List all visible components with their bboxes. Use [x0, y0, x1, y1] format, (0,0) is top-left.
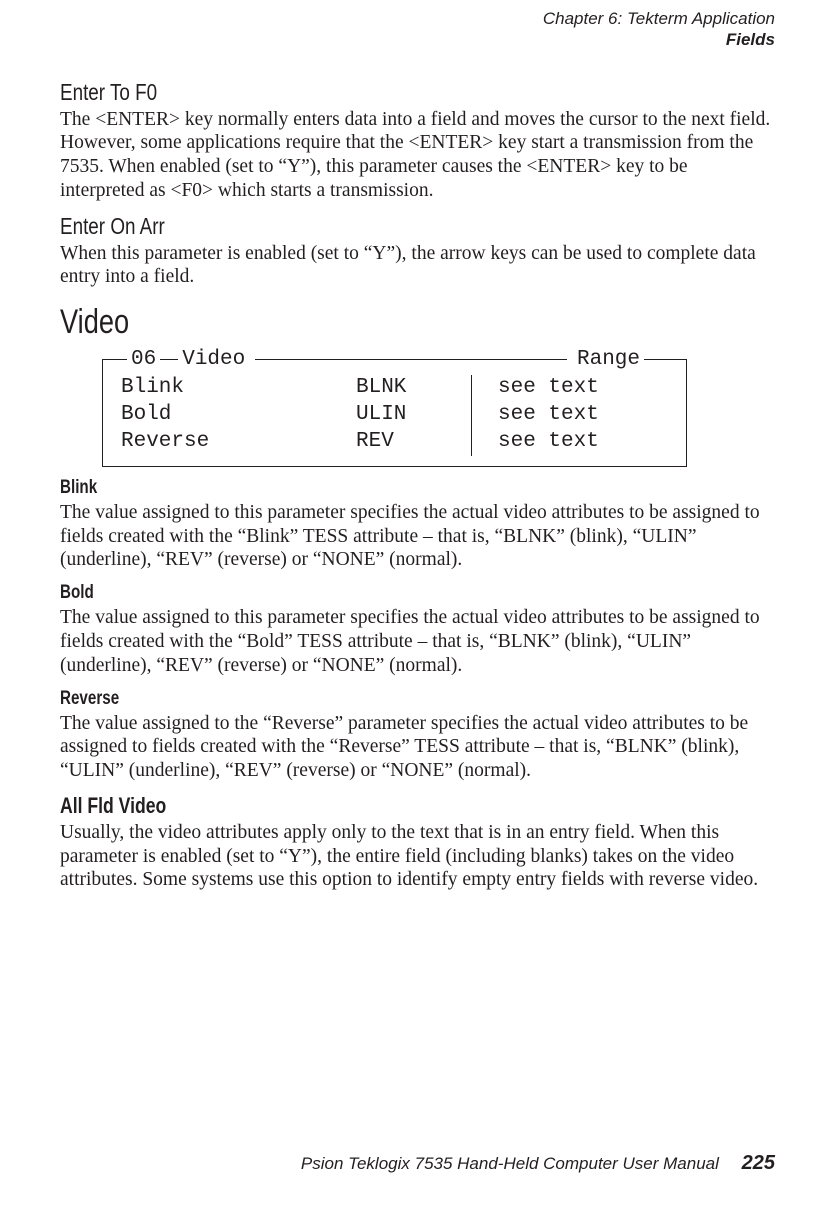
param-name: Reverse	[121, 429, 356, 456]
param-value: REV	[356, 429, 472, 456]
video-menu-diagram: 06 Video Range Blink BLNK see text Bold …	[60, 348, 775, 467]
para-all-fld-video: Usually, the video attributes apply only…	[60, 821, 775, 892]
param-range: see text	[472, 375, 669, 402]
para-enter-to-f0: The <ENTER> key normally enters data int…	[60, 108, 775, 203]
table-row: Reverse REV see text	[121, 429, 668, 456]
param-range: see text	[472, 429, 669, 456]
legend-range: Range	[573, 348, 644, 371]
heading-reverse: Reverse	[60, 688, 632, 710]
chapter-label: Chapter 6: Tekterm Application	[60, 8, 775, 29]
heading-blink: Blink	[60, 477, 632, 499]
video-menu-box: 06 Video Range Blink BLNK see text Bold …	[102, 348, 687, 467]
page-number: 225	[724, 1152, 775, 1174]
param-range: see text	[472, 402, 669, 429]
heading-enter-to-f0: Enter To F0	[60, 79, 646, 106]
heading-enter-on-arr: Enter On Arr	[60, 213, 646, 240]
param-name: Blink	[121, 375, 356, 402]
param-name: Bold	[121, 402, 356, 429]
table-row: Bold ULIN see text	[121, 402, 668, 429]
running-header: Chapter 6: Tekterm Application Fields	[60, 8, 775, 51]
legend-index: 06	[131, 348, 156, 371]
heading-video: Video	[60, 303, 632, 342]
param-value: BLNK	[356, 375, 472, 402]
section-label: Fields	[60, 29, 775, 50]
table-row: Blink BLNK see text	[121, 375, 668, 402]
heading-all-fld-video: All Fld Video	[60, 793, 632, 819]
video-menu-legend: 06 Video Range	[117, 348, 664, 371]
legend-title: Video	[178, 348, 249, 371]
para-reverse: The value assigned to the “Reverse” para…	[60, 712, 775, 783]
heading-bold: Bold	[60, 582, 632, 604]
param-value: ULIN	[356, 402, 472, 429]
book-title: Psion Teklogix 7535 Hand-Held Computer U…	[301, 1154, 719, 1173]
video-menu-table: Blink BLNK see text Bold ULIN see text R…	[121, 375, 668, 456]
page-footer: Psion Teklogix 7535 Hand-Held Computer U…	[301, 1152, 775, 1175]
para-bold: The value assigned to this parameter spe…	[60, 606, 775, 677]
para-blink: The value assigned to this parameter spe…	[60, 501, 775, 572]
para-enter-on-arr: When this parameter is enabled (set to “…	[60, 242, 775, 290]
